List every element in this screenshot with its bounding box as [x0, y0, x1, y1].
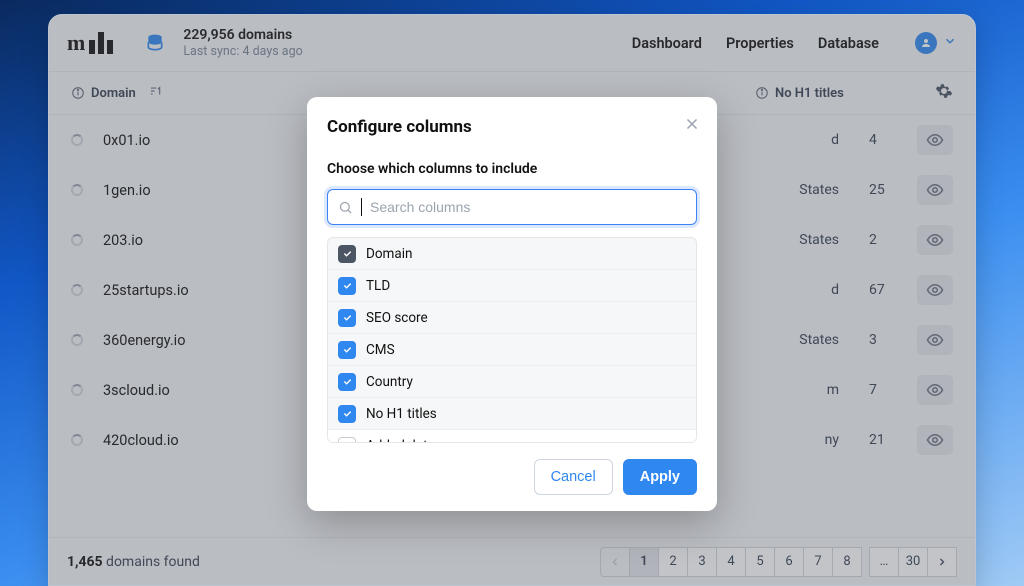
column-option[interactable]: CMS: [328, 334, 696, 366]
column-option-label: Added date: [366, 438, 435, 444]
column-option-label: No H1 titles: [366, 406, 437, 422]
column-option-label: CMS: [366, 342, 395, 358]
checkbox-on[interactable]: [338, 341, 356, 359]
columns-list: Domain TLD SEO score CMS Country No H1 titles…: [327, 237, 697, 443]
checkbox-on[interactable]: [338, 277, 356, 295]
checkbox-on[interactable]: [338, 373, 356, 391]
column-option-label: Country: [366, 374, 413, 390]
column-option[interactable]: Added date: [328, 430, 696, 443]
search-columns-input[interactable]: [370, 199, 686, 215]
search-icon: [338, 200, 353, 215]
column-option-label: TLD: [366, 278, 390, 294]
cancel-button[interactable]: Cancel: [534, 459, 613, 495]
column-option[interactable]: Country: [328, 366, 696, 398]
text-cursor: [361, 198, 362, 216]
checkbox-off[interactable]: [338, 437, 356, 444]
column-option[interactable]: Domain: [328, 238, 696, 270]
configure-columns-modal: Configure columns Choose which columns t…: [307, 97, 717, 511]
checkbox-on[interactable]: [338, 405, 356, 423]
search-columns-wrap[interactable]: [327, 189, 697, 225]
column-option[interactable]: SEO score: [328, 302, 696, 334]
checkbox-locked[interactable]: [338, 245, 356, 263]
modal-title: Configure columns: [327, 117, 697, 137]
apply-button[interactable]: Apply: [623, 459, 697, 495]
column-option-label: SEO score: [366, 310, 428, 326]
checkbox-on[interactable]: [338, 309, 356, 327]
column-option[interactable]: TLD: [328, 270, 696, 302]
column-option-label: Domain: [366, 246, 412, 262]
modal-subtitle: Choose which columns to include: [327, 161, 697, 177]
column-option[interactable]: No H1 titles: [328, 398, 696, 430]
close-icon[interactable]: [683, 115, 701, 137]
